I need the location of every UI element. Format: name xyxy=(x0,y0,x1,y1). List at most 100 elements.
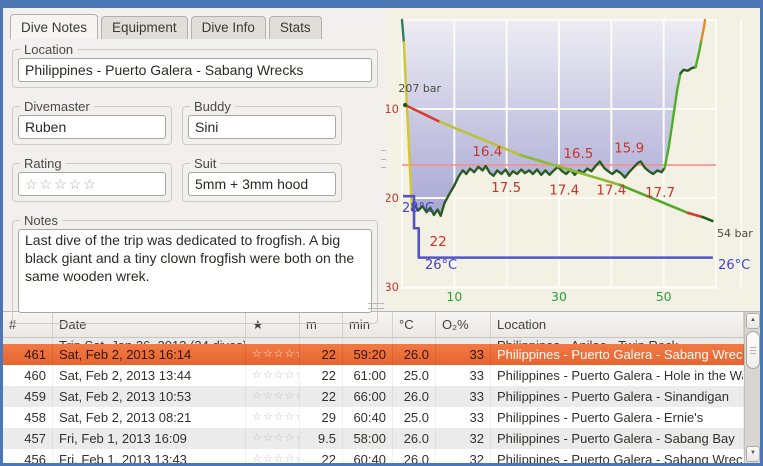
table-row-dive-459[interactable]: 459Sat, Feb 2, 2013 10:53☆☆☆☆☆2266:0026.… xyxy=(3,386,744,407)
cell-location: Philippines - Puerto Galera - Sabang Wre… xyxy=(491,344,744,365)
cell-num: 460 xyxy=(3,365,53,386)
depth-label: 22 xyxy=(430,234,447,250)
buddy-input[interactable] xyxy=(188,115,336,139)
cell-num: 456 xyxy=(3,449,53,463)
depth-label: 15.9 xyxy=(614,141,644,157)
cell-o2: 32 xyxy=(436,428,491,449)
buddy-group: Buddy xyxy=(182,106,342,145)
tab-stats[interactable]: Stats xyxy=(269,16,322,39)
rating-stars-widget[interactable]: ☆☆☆☆☆ xyxy=(18,172,166,196)
buddy-label: Buddy xyxy=(190,99,235,114)
temperature-label: 28°C xyxy=(402,201,434,216)
cell-min: 59:20 xyxy=(343,344,393,365)
table-row-dive-461[interactable]: 461Sat, Feb 2, 2013 16:14☆☆☆☆☆2259:2026.… xyxy=(3,344,744,365)
cell-temp: 25.0 xyxy=(393,407,436,428)
cell-m: 22 xyxy=(300,365,343,386)
divemaster-input[interactable] xyxy=(18,115,166,139)
cell-stars: ☆☆☆☆☆ xyxy=(246,386,300,407)
notes-label: Notes xyxy=(20,213,62,228)
column-header-temp[interactable]: °C xyxy=(393,312,436,337)
cell-num: 459 xyxy=(3,386,53,407)
cell-min: 60:40 xyxy=(343,449,393,463)
time-axis-tick: 10 xyxy=(446,289,462,304)
cell-date: Sat, Feb 2, 2013 10:53 xyxy=(53,386,246,407)
rating-label: Rating xyxy=(20,156,66,171)
dive-notes-form: Location Divemaster Buddy xyxy=(10,39,380,324)
depth-label: 16.4 xyxy=(472,144,502,160)
depth-label: 17.4 xyxy=(596,182,626,198)
tab-bar: Dive Notes Equipment Dive Info Stats xyxy=(10,12,380,39)
cell-location: Philippines - Puerto Galera - Ernie's xyxy=(491,407,744,428)
cell-date: Fri, Feb 1, 2013 16:09 xyxy=(53,428,246,449)
suit-input[interactable] xyxy=(188,172,336,196)
cell-num: 461 xyxy=(3,344,53,365)
dive-notes-panel: Dive Notes Equipment Dive Info Stats Loc… xyxy=(3,8,386,311)
table-row-dive-458[interactable]: 458Sat, Feb 2, 2013 08:21☆☆☆☆☆2960:4025.… xyxy=(3,407,744,428)
scroll-down-icon[interactable]: ▼ xyxy=(746,446,760,462)
cell-date: Sat, Feb 2, 2013 13:44 xyxy=(53,365,246,386)
depth-axis-tick: 10 xyxy=(386,102,399,116)
divemaster-label: Divemaster xyxy=(20,99,94,114)
depth-axis-tick: 20 xyxy=(386,191,399,205)
temperature-label: 26°C xyxy=(425,258,457,273)
tab-dive-notes[interactable]: Dive Notes xyxy=(10,14,98,39)
location-group: Location xyxy=(12,49,378,88)
cell-m: 22 xyxy=(300,386,343,407)
cell-date: Sat, Feb 2, 2013 16:14 xyxy=(53,344,246,365)
pressure-label: 54 bar xyxy=(717,227,753,240)
depth-label: 16.5 xyxy=(563,146,593,162)
cell-stars: ☆☆☆☆☆ xyxy=(246,365,300,386)
cell-num: 457 xyxy=(3,428,53,449)
column-header-o2[interactable]: O₂% xyxy=(436,312,491,337)
location-input[interactable] xyxy=(18,58,372,82)
horizontal-splitter-handle[interactable] xyxy=(368,303,384,309)
cell-temp: 26.0 xyxy=(393,344,436,365)
cell-min: 61:00 xyxy=(343,365,393,386)
cell-m: 22 xyxy=(300,344,343,365)
dive-profile-chart: 207 bar54 bar28°C26°C26°C2216.417.516.51… xyxy=(386,8,760,311)
time-axis-tick: 30 xyxy=(551,289,567,304)
scrollbar-thumb[interactable] xyxy=(746,331,760,369)
table-row-dive-456[interactable]: 456Fri, Feb 1, 2013 13:43☆☆☆☆☆2260:4026.… xyxy=(3,449,744,463)
depth-label: 17.7 xyxy=(645,185,675,201)
cell-temp: 26.0 xyxy=(393,449,436,463)
cell-stars: ☆☆☆☆☆ xyxy=(246,428,300,449)
tab-equipment[interactable]: Equipment xyxy=(101,16,188,39)
dive-list-section: #Date★mmin°CO₂%Location Trip Sat, Jan 26… xyxy=(3,311,760,463)
scroll-up-icon[interactable]: ▲ xyxy=(746,313,760,329)
pressure-label: 207 bar xyxy=(398,82,441,95)
dive-profile-svg: 207 bar54 bar28°C26°C26°C2216.417.516.51… xyxy=(386,8,760,311)
table-row-dive-457[interactable]: 457Fri, Feb 1, 2013 16:09☆☆☆☆☆9.558:0026… xyxy=(3,428,744,449)
cell-temp: 26.0 xyxy=(393,428,436,449)
suit-label: Suit xyxy=(190,156,220,171)
cell-stars: ☆☆☆☆☆ xyxy=(246,344,300,365)
depth-axis-tick: 30 xyxy=(386,280,399,294)
cell-location: Philippines - Puerto Galera - Sabang Bay xyxy=(491,428,744,449)
cell-location: Philippines - Puerto Galera - Hole in th… xyxy=(491,365,744,386)
pressure-start-dot xyxy=(403,103,407,107)
cell-o2: 33 xyxy=(436,386,491,407)
notes-group: Notes Last dive of the trip was dedicate… xyxy=(12,220,378,324)
cell-location: Philippines - Puerto Galera - Sabang Wre… xyxy=(491,449,744,463)
cell-date: Fri, Feb 1, 2013 13:43 xyxy=(53,449,246,463)
cell-temp: 26.0 xyxy=(393,386,436,407)
cell-temp: 25.0 xyxy=(393,365,436,386)
cell-m: 9.5 xyxy=(300,428,343,449)
cell-location: Philippines - Puerto Galera - Sinandigan xyxy=(491,386,744,407)
notes-textarea[interactable]: Last dive of the trip was dedicated to f… xyxy=(18,229,372,313)
column-header-location[interactable]: Location xyxy=(491,312,744,337)
scrollbar-track[interactable] xyxy=(745,330,760,445)
app-window: Dive Notes Equipment Dive Info Stats Loc… xyxy=(0,0,763,466)
rating-group: Rating ☆☆☆☆☆ xyxy=(12,163,172,202)
dive-list-table: #Date★mmin°CO₂%Location Trip Sat, Jan 26… xyxy=(3,312,744,463)
cell-stars: ☆☆☆☆☆ xyxy=(246,449,300,463)
table-row-dive-460[interactable]: 460Sat, Feb 2, 2013 13:44☆☆☆☆☆2261:0025.… xyxy=(3,365,744,386)
dive-list-scrollbar[interactable]: ▲ ▼ xyxy=(744,312,760,463)
cell-o2: 33 xyxy=(436,365,491,386)
cell-min: 66:00 xyxy=(343,386,393,407)
cell-o2: 33 xyxy=(436,407,491,428)
divemaster-group: Divemaster xyxy=(12,106,172,145)
tab-dive-info[interactable]: Dive Info xyxy=(191,16,266,39)
cell-o2: 33 xyxy=(436,344,491,365)
cell-min: 60:40 xyxy=(343,407,393,428)
